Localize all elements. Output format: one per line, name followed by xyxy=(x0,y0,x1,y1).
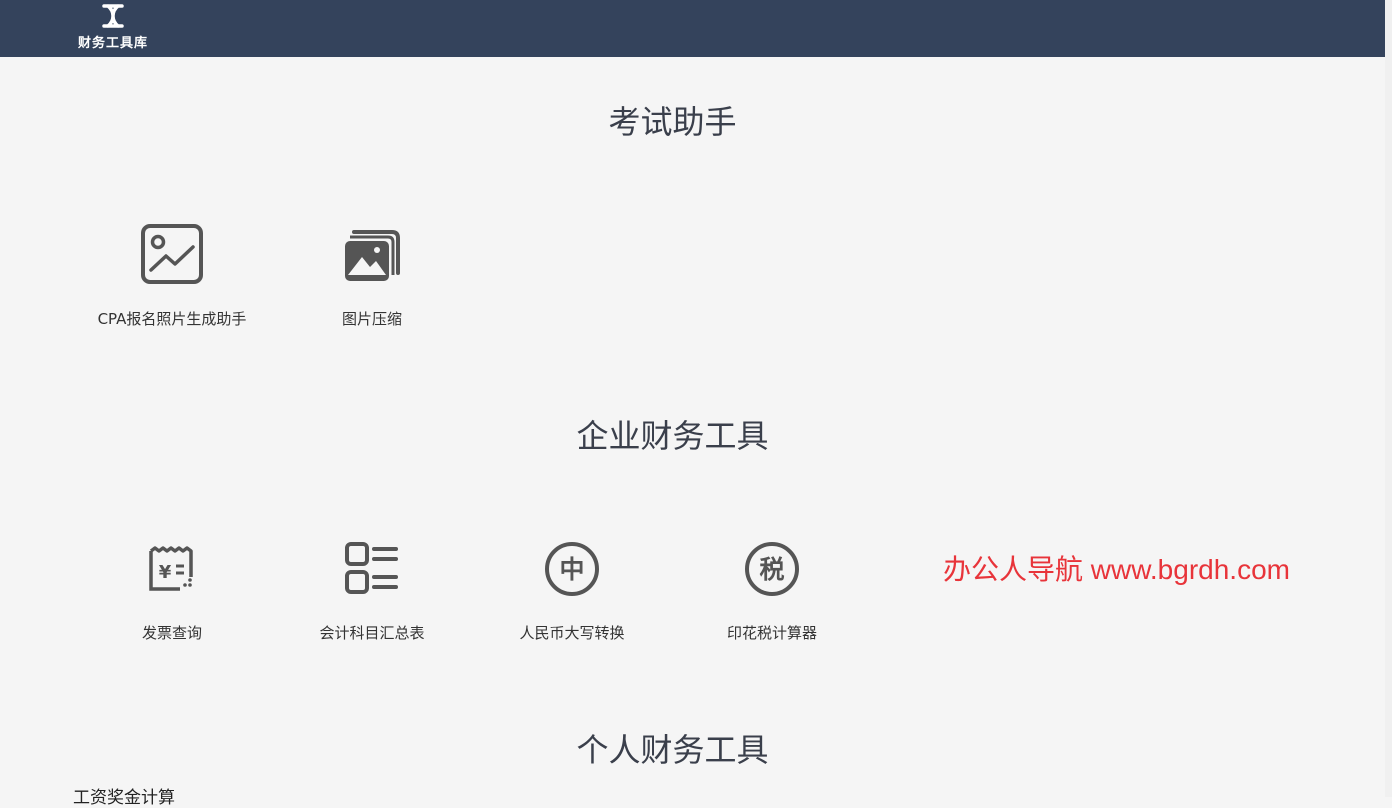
section-title-exam-assistant: 考试助手 xyxy=(608,103,737,141)
image-stack-icon xyxy=(345,230,400,281)
list-summary-icon xyxy=(345,542,398,594)
watermark-text: 办公人导航 www.bgrdh.com xyxy=(943,554,1290,585)
tool-label: 图片压缩 xyxy=(341,310,402,328)
tool-library-logo-icon xyxy=(102,4,124,28)
section-title-personal-finance: 个人财务工具 xyxy=(576,731,769,769)
tool-invoice-query[interactable]: ¥ 发票查询 xyxy=(72,537,272,643)
photo-chart-icon xyxy=(141,224,203,284)
tool-label: 人民币大写转换 xyxy=(519,624,625,642)
tool-stamp-tax-calculator[interactable]: 税 印花税计算器 xyxy=(672,537,872,643)
tool-image-compress[interactable]: 图片压缩 xyxy=(272,223,472,329)
tool-account-summary[interactable]: 会计科目汇总表 xyxy=(272,537,472,643)
site-logo[interactable]: 财务工具库 xyxy=(72,3,154,51)
tool-rmb-uppercase[interactable]: 中 人民币大写转换 xyxy=(472,537,672,643)
tool-label: CPA报名照片生成助手 xyxy=(97,310,247,328)
top-navigation-bar: 财务工具库 xyxy=(0,0,1385,57)
zhong-character-icon: 中 xyxy=(545,542,599,596)
tool-label: 发票查询 xyxy=(141,624,202,642)
tool-label: 会计科目汇总表 xyxy=(319,624,425,642)
logo-text: 财务工具库 xyxy=(77,36,148,51)
tool-cpa-photo[interactable]: CPA报名照片生成助手 xyxy=(72,223,272,329)
svg-text:税: 税 xyxy=(759,555,784,584)
page-scrollbar[interactable] xyxy=(1385,0,1392,797)
svg-text:¥: ¥ xyxy=(159,562,172,583)
tax-character-icon: 税 xyxy=(745,542,799,596)
section-title-enterprise-finance: 企业财务工具 xyxy=(576,417,769,455)
svg-text:中: 中 xyxy=(559,555,584,584)
tool-label: 印花税计算器 xyxy=(726,624,817,642)
tool-salary-bonus-link[interactable]: 工资奖金计算 xyxy=(73,783,175,808)
invoice-receipt-icon: ¥ xyxy=(149,546,193,591)
